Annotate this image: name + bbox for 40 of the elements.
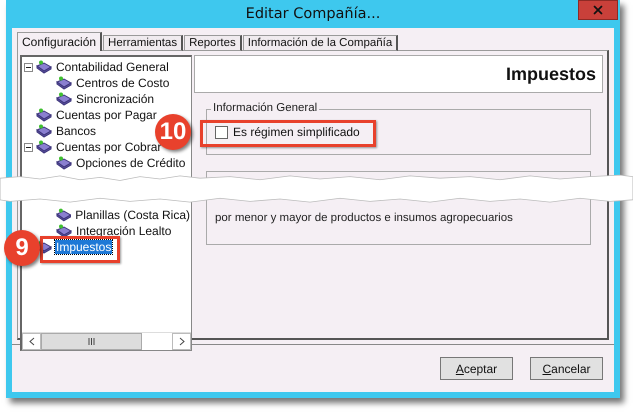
tree-item[interactable]: Contabilidad General [55,60,170,74]
book-icon [55,156,72,170]
window-title: Editar Compañía... [246,6,380,22]
tab[interactable]: Información de la Compañía [242,35,398,51]
dialog-button[interactable]: Cancelar [530,357,603,380]
book-icon [35,108,52,122]
checkbox-label: Es régimen simplificado [233,125,360,139]
dialog-button[interactable]: Aceptar [440,357,513,380]
exemption-text: por menor y mayor de productos e insumos agropecuarios [215,212,513,224]
tree-item[interactable]: Bancos [55,124,98,138]
tree-item[interactable]: Impuestos [55,240,112,254]
tab[interactable]: Configuración [17,32,102,51]
tree-item[interactable]: Sincronización [75,92,156,106]
checkbox[interactable] [215,126,228,138]
chevron-right-icon [178,337,184,346]
tree-item[interactable]: Integración Lealto [75,224,172,238]
scrollbar-thumb[interactable] [41,333,142,350]
group-legend: Información General [211,102,320,114]
book-icon [35,124,52,138]
tree-item[interactable]: Opciones de Crédito [75,156,186,170]
tree-item[interactable]: Planillas (Costa Rica) [74,208,191,222]
close-button[interactable] [578,0,618,20]
close-icon [591,3,605,17]
section-title: Impuestos [506,64,596,84]
book-icon [35,140,52,154]
collapse-icon[interactable] [24,62,33,72]
tab[interactable]: Herramientas [103,35,184,51]
tab[interactable]: Reportes [184,35,242,51]
book-icon [35,60,52,74]
scroll-left-button[interactable] [22,333,41,350]
book-icon [55,224,72,238]
tree-item[interactable]: Cuentas por Pagar [55,108,158,122]
collapse-icon[interactable] [24,142,33,152]
book-icon [54,208,72,222]
book-icon [55,92,72,106]
book-icon [55,76,72,90]
scroll-right-button[interactable] [172,333,191,350]
chevron-left-icon [28,337,34,346]
grip-icon [88,338,95,345]
tree-item[interactable]: Centros de Costo [75,76,170,90]
